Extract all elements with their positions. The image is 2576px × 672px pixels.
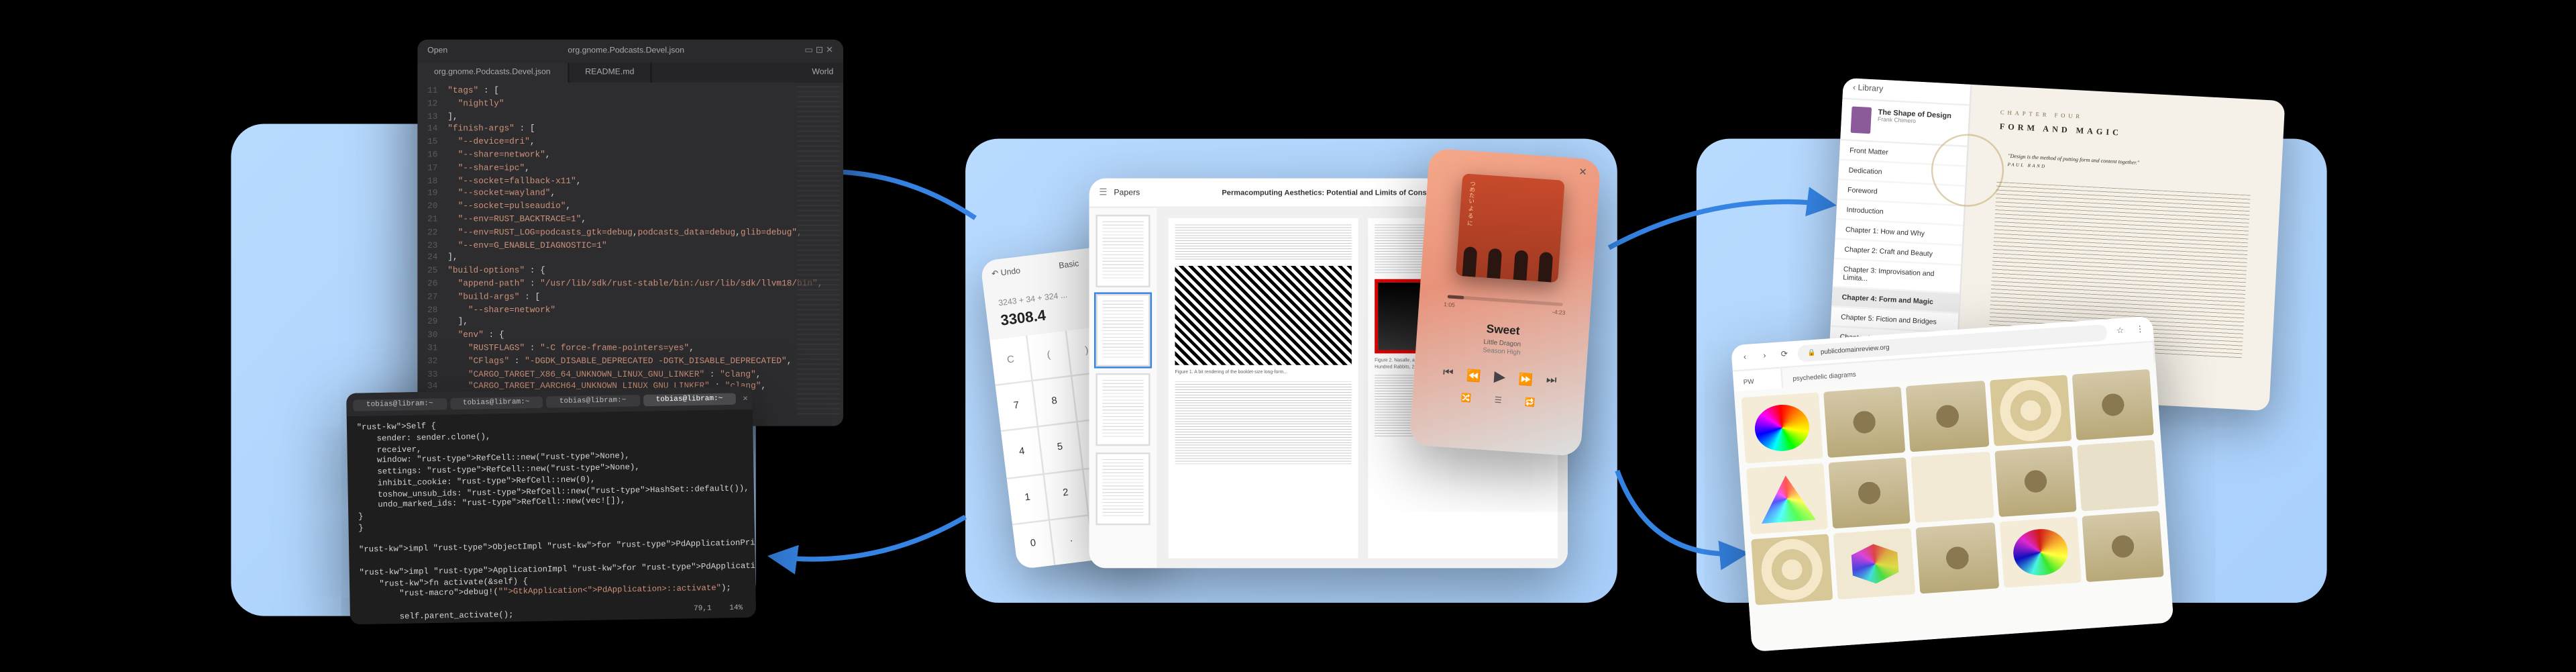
play-icon[interactable]: ▶ <box>1493 368 1506 387</box>
calc-key-2[interactable]: 2 <box>1044 470 1086 519</box>
term-tab-2[interactable]: tobias@libram:~ <box>449 395 543 409</box>
epigraph: "Design is the method of putting form an… <box>1997 152 2252 183</box>
forward-icon[interactable]: › <box>1758 348 1772 363</box>
terminal-status: 79,1 14% <box>694 604 743 614</box>
line-gutter: 1112131415161718192021222324252627282930… <box>417 86 447 395</box>
next-track-icon[interactable]: ⏭ <box>1546 374 1557 388</box>
calc-key-5[interactable]: 5 <box>1039 424 1081 473</box>
gallery-tile[interactable] <box>1994 446 2076 517</box>
sidebar-toggle-icon[interactable]: ☰ <box>1099 187 1107 197</box>
gallery-tile[interactable] <box>1999 516 2082 587</box>
gallery-tile[interactable] <box>2082 511 2164 582</box>
book-cover <box>1851 106 1872 134</box>
page-thumbnail[interactable] <box>1095 373 1150 446</box>
page-thumbnail[interactable] <box>1095 215 1150 287</box>
minimap[interactable] <box>797 86 840 416</box>
open-button[interactable]: Open <box>427 46 447 56</box>
page-thumbnail[interactable] <box>1095 294 1150 367</box>
term-tab-1[interactable]: tobias@libram:~ <box>353 397 446 411</box>
track-title: Sweet <box>1486 324 1520 338</box>
music-player-window[interactable]: ✕ つめたい よ る に 1:05 -4:23 Sweet Little Dra… <box>1409 148 1601 457</box>
term-tab-3[interactable]: tobias@libram:~ <box>546 394 639 407</box>
shuffle-icon[interactable]: 🔀 <box>1461 393 1472 404</box>
gallery-tile[interactable] <box>1911 452 1994 523</box>
terminal-window[interactable]: tobias@libram:~ tobias@libram:~ tobias@l… <box>346 386 756 624</box>
figure-caption: Figure 1. A bit rendering of the booklet… <box>1175 370 1352 376</box>
gallery-tile[interactable] <box>1746 463 1829 534</box>
lock-icon: 🔒 <box>1807 348 1816 356</box>
reload-icon[interactable]: ⟳ <box>1777 347 1791 361</box>
gallery-tile[interactable] <box>1741 392 1823 463</box>
gallery-tile[interactable] <box>2072 369 2154 440</box>
bookmark-icon[interactable]: ☆ <box>2113 324 2127 338</box>
repeat-icon[interactable]: 🔁 <box>1525 398 1536 409</box>
calc-key-C[interactable]: C <box>989 336 1031 385</box>
tab-json[interactable]: org.gnome.Podcasts.Devel.json <box>417 62 568 83</box>
prev-track-icon[interactable]: ⏮ <box>1442 367 1454 381</box>
gallery-tile[interactable] <box>1751 534 1833 605</box>
term-tab-4[interactable]: tobias@libram:~ <box>643 392 736 405</box>
code-editor-window[interactable]: Open org.gnome.Podcasts.Devel.json ▭ ⊡ ✕… <box>417 40 843 426</box>
gallery-tile[interactable] <box>1907 381 1989 452</box>
calc-key-([interactable]: ( <box>1028 331 1069 380</box>
page-thumbnail[interactable] <box>1095 452 1150 525</box>
browser-viewport[interactable] <box>1734 362 2174 652</box>
pdf-page-left: Figure 1. A bit rendering of the booklet… <box>1169 218 1358 559</box>
gallery-tile[interactable] <box>1829 457 1911 528</box>
time-remaining: -4:23 <box>1552 309 1566 316</box>
gallery-tile[interactable] <box>1833 528 1916 599</box>
album-text: つめたい よ る に <box>1467 181 1479 226</box>
terminal-close-icon[interactable]: × <box>743 392 748 403</box>
calc-key-7[interactable]: 7 <box>996 382 1037 431</box>
editor-tabs[interactable]: org.gnome.Podcasts.Devel.json README.md … <box>417 62 843 83</box>
forward-icon[interactable]: ⏩ <box>1518 372 1534 386</box>
calc-key-8[interactable]: 8 <box>1034 377 1075 426</box>
gallery-tile[interactable] <box>1824 387 1907 458</box>
code-content[interactable]: "tags" : [ "nightly"],"finish-args" : [ … <box>447 86 843 395</box>
album-art[interactable]: つめたい よ る に <box>1456 173 1565 283</box>
window-controls[interactable]: ▭ ⊡ ✕ <box>804 46 833 56</box>
gallery-tile[interactable] <box>1989 375 2072 446</box>
arrow-center-to-left-bottom <box>759 503 974 586</box>
back-icon[interactable]: ‹ <box>1738 350 1752 364</box>
gallery-tile[interactable] <box>1917 522 1999 593</box>
tab-readme[interactable]: README.md <box>569 62 653 83</box>
terminal-body[interactable]: "rust-kw">Self { sender: sender.clone(),… <box>347 410 756 624</box>
browser-window[interactable]: ‹ › ⟳ 🔒 publicdomainreview.org ☆ ⋮ PW ps… <box>1731 316 2174 652</box>
menu-icon[interactable]: ⋮ <box>2133 322 2147 336</box>
queue-icon[interactable]: ☰ <box>1494 396 1502 406</box>
time-elapsed: 1:05 <box>1444 301 1455 309</box>
player-controls: ⏮ ⏪ ▶ ⏩ ⏭ <box>1442 364 1557 390</box>
editor-right-label: World <box>802 68 843 78</box>
calc-key-1[interactable]: 1 <box>1007 475 1049 524</box>
editor-body[interactable]: 1112131415161718192021222324252627282930… <box>417 83 843 398</box>
editor-title: org.gnome.Podcasts.Devel.json <box>568 46 684 56</box>
track-album: Season High <box>1483 345 1521 356</box>
close-icon[interactable]: ✕ <box>1578 166 1592 181</box>
editor-titlebar[interactable]: Open org.gnome.Podcasts.Devel.json ▭ ⊡ ✕ <box>417 40 843 62</box>
rewind-icon[interactable]: ⏪ <box>1466 369 1481 383</box>
papers-app-label: Papers <box>1114 187 1140 197</box>
calc-undo-button[interactable]: ↶ Undo <box>991 267 1021 280</box>
gallery-tile[interactable] <box>2077 440 2159 511</box>
calc-mode[interactable]: Basic <box>1059 259 1080 271</box>
thumbnail-sidebar[interactable] <box>1089 208 1159 568</box>
calc-key-.[interactable]: . <box>1051 516 1092 565</box>
calc-key-4[interactable]: 4 <box>1001 428 1042 477</box>
image-gallery <box>1741 369 2163 606</box>
